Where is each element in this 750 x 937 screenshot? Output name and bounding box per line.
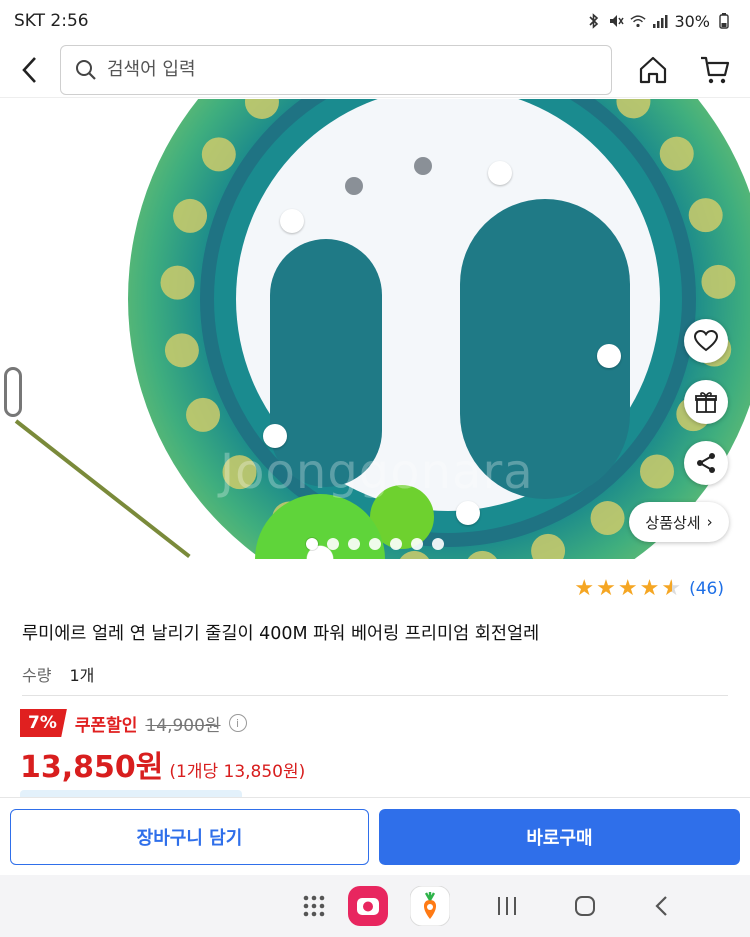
buy-now-button[interactable]: 바로구매 bbox=[379, 808, 740, 865]
half-star-icon: ★ bbox=[661, 576, 682, 601]
coupon-label: 쿠폰할인 bbox=[74, 715, 138, 736]
product-image-carousel[interactable]: Joonggonara 상품상세 › bbox=[0, 99, 750, 559]
price-row: 13,850원 (1개당 13,850원) bbox=[20, 742, 305, 786]
carrot-app-icon bbox=[410, 886, 450, 926]
product-title: 루미에르 얼레 연 날리기 줄길이 400M 파워 베어링 프리미엄 회전얼레 bbox=[22, 624, 540, 644]
carousel-dot[interactable] bbox=[369, 538, 381, 550]
quantity-label: 수량 bbox=[22, 666, 52, 685]
chevron-right-icon: › bbox=[706, 513, 713, 531]
cart-icon bbox=[701, 56, 730, 83]
gift-icon bbox=[695, 392, 717, 413]
camera-app-button[interactable] bbox=[348, 886, 388, 926]
quantity-value: 1개 bbox=[69, 666, 95, 685]
recents-icon bbox=[498, 897, 516, 915]
signal-icon bbox=[652, 13, 668, 29]
discount-badge: 7% bbox=[20, 709, 67, 737]
battery-icon bbox=[716, 13, 732, 29]
rating[interactable]: ★ ★ ★ ★ ★ (46) bbox=[574, 578, 724, 600]
star-icon: ★ bbox=[574, 576, 595, 601]
carousel-dot[interactable] bbox=[390, 538, 402, 550]
camera-app-icon bbox=[348, 886, 388, 926]
carousel-dot[interactable] bbox=[348, 538, 360, 550]
carousel-dot[interactable] bbox=[432, 538, 444, 550]
apps-grid-icon bbox=[303, 895, 325, 917]
coupon-row: 7% 쿠폰할인 14,900원 i bbox=[20, 709, 247, 737]
detail-button-label: 상품상세 bbox=[645, 513, 701, 532]
gift-button[interactable] bbox=[684, 380, 728, 424]
back-nav-icon bbox=[655, 896, 667, 916]
home-button[interactable] bbox=[622, 42, 684, 98]
battery-percent: 30% bbox=[674, 11, 710, 31]
mute-icon bbox=[608, 13, 625, 29]
product-detail-button[interactable]: 상품상세 › bbox=[629, 502, 729, 542]
apps-grid-button[interactable] bbox=[294, 886, 334, 926]
search-input[interactable] bbox=[107, 59, 577, 80]
review-count[interactable]: (46) bbox=[689, 579, 724, 599]
quantity-row: 수량 1개 bbox=[22, 662, 94, 686]
star-icon: ★ bbox=[639, 576, 660, 601]
star-icon: ★ bbox=[596, 576, 616, 601]
heart-icon bbox=[694, 330, 718, 352]
clip-hook bbox=[4, 367, 22, 417]
home-icon bbox=[639, 56, 667, 83]
purchase-actions: 장바구니 담기 바로구매 bbox=[0, 797, 750, 875]
cart-button[interactable] bbox=[684, 42, 746, 98]
sale-price: 13,850원 bbox=[20, 750, 164, 785]
carousel-dot[interactable] bbox=[327, 538, 339, 550]
carousel-indicator bbox=[0, 538, 750, 550]
status-bar: SKT 2:56 30% bbox=[0, 0, 750, 42]
search-box[interactable] bbox=[60, 44, 612, 95]
app-header bbox=[0, 42, 750, 98]
carousel-dot[interactable] bbox=[411, 538, 423, 550]
back-button[interactable] bbox=[0, 42, 60, 98]
original-price: 14,900원 bbox=[145, 715, 221, 736]
carousel-dot[interactable] bbox=[306, 538, 318, 550]
recents-button[interactable] bbox=[487, 886, 527, 926]
watermark: Joonggonara bbox=[220, 444, 534, 500]
unit-price: (1개당 13,850원) bbox=[169, 762, 306, 782]
star-icon: ★ bbox=[617, 576, 638, 601]
wifi-icon bbox=[630, 13, 647, 29]
divider bbox=[22, 695, 728, 696]
system-nav-bar bbox=[0, 875, 750, 937]
back-icon bbox=[22, 56, 36, 83]
home-nav-button[interactable] bbox=[565, 886, 605, 926]
add-to-cart-button[interactable]: 장바구니 담기 bbox=[10, 808, 369, 865]
search-icon bbox=[76, 59, 96, 80]
share-icon bbox=[697, 453, 715, 473]
status-icons: 30% bbox=[586, 12, 732, 31]
wishlist-button[interactable] bbox=[684, 319, 728, 363]
carrot-app-button[interactable] bbox=[410, 886, 450, 926]
carrier-time: SKT 2:56 bbox=[14, 11, 89, 31]
info-icon[interactable]: i bbox=[228, 714, 247, 732]
home-circle-icon bbox=[575, 896, 595, 916]
back-nav-button[interactable] bbox=[642, 886, 682, 926]
share-button[interactable] bbox=[684, 441, 728, 485]
bluetooth-icon bbox=[586, 13, 602, 29]
